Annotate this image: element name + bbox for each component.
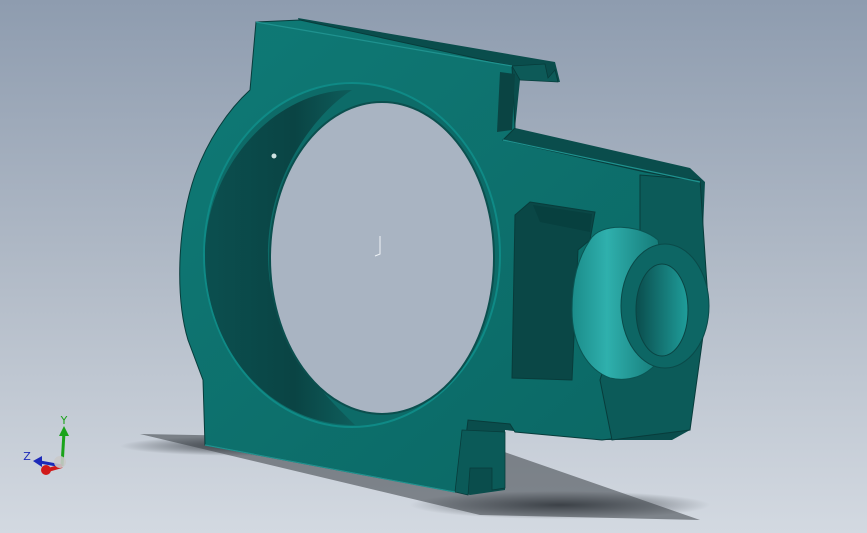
- triad-origin: [54, 456, 66, 468]
- 3d-viewport[interactable]: Y Z: [0, 0, 867, 533]
- z-axis-label: Z: [23, 450, 31, 463]
- x-axis-arrow: [41, 465, 51, 475]
- bore-opening: [270, 102, 494, 414]
- top-slot-inner: [497, 72, 515, 132]
- lube-hole: [270, 152, 278, 160]
- boss-hole: [635, 263, 689, 357]
- y-axis-label: Y: [60, 414, 68, 427]
